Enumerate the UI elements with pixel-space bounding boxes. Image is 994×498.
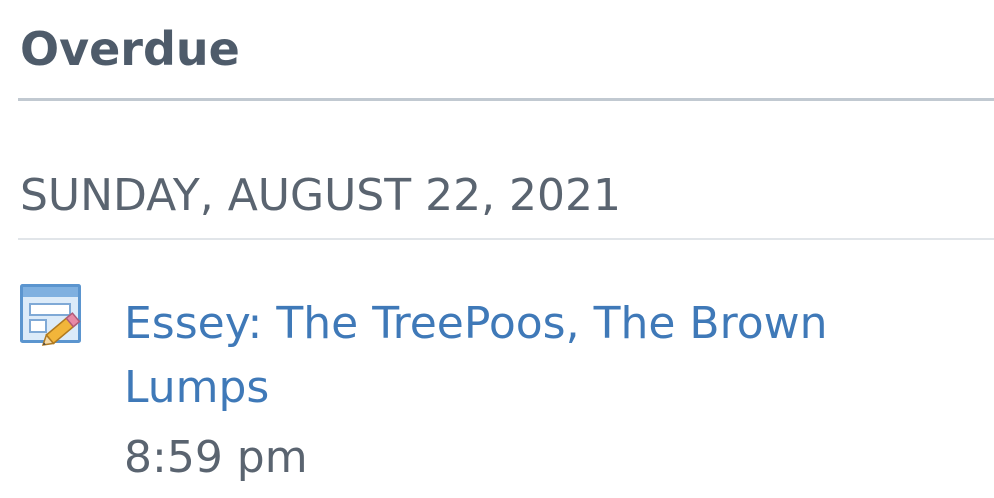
- date-heading: SUNDAY, AUGUST 22, 2021: [20, 170, 622, 221]
- assignment-icon: [20, 284, 84, 346]
- section-title: Overdue: [20, 22, 240, 76]
- event-title-link[interactable]: Essey: The TreePoos, The Brown Lumps: [124, 292, 884, 420]
- section-divider: [18, 98, 994, 101]
- date-divider: [18, 238, 994, 240]
- event-time: 8:59 pm: [124, 432, 308, 483]
- overdue-section: Overdue SUNDAY, AUGUST 22, 2021 Essey: T…: [0, 0, 994, 498]
